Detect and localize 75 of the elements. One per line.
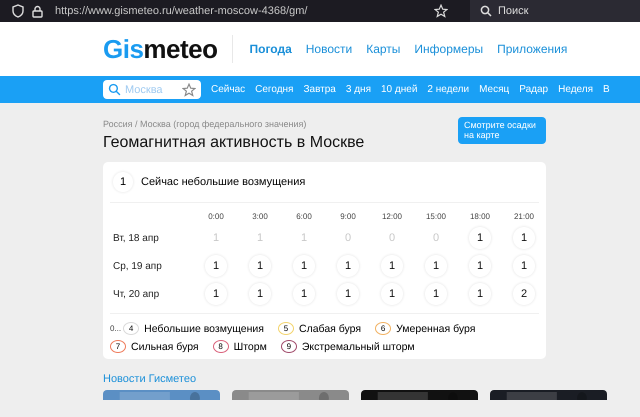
- index-value: 1: [469, 255, 491, 277]
- index-value: 1: [205, 255, 227, 277]
- nav-link[interactable]: 2 недели: [427, 84, 470, 95]
- breadcrumb: Россия / Москва (город федерального значения): [103, 119, 308, 129]
- menu-link[interactable]: Карты: [366, 42, 400, 56]
- legend-badge: 7: [110, 340, 126, 353]
- index-value: 1: [293, 283, 315, 305]
- browser-search-field[interactable]: Поиск: [470, 0, 640, 22]
- time-label: 3:00: [251, 212, 269, 221]
- legend-label: Умеренная буря: [396, 322, 476, 334]
- page-title: Геомагнитная активность в Москве: [103, 134, 364, 152]
- time-label: 6:00: [295, 212, 313, 221]
- time-label: 9:00: [339, 212, 357, 221]
- lock-icon: [32, 4, 43, 18]
- nav-link[interactable]: Неделя: [558, 84, 594, 95]
- legend-label: Небольшие возмущения: [144, 322, 264, 334]
- index-value: 1: [469, 283, 491, 305]
- menu-link[interactable]: Приложения: [497, 42, 568, 56]
- map-button[interactable]: Смотрите осадки на карте: [458, 117, 546, 144]
- nav-link[interactable]: Сегодня: [255, 84, 294, 95]
- index-badge: 1: [113, 172, 133, 192]
- index-value: 1: [513, 227, 535, 249]
- search-icon: [480, 5, 492, 17]
- shield-icon: [12, 4, 24, 18]
- bookmark-star-icon[interactable]: [434, 4, 448, 18]
- nav-link[interactable]: Месяц: [479, 84, 510, 95]
- menu-link[interactable]: Новости: [306, 42, 352, 56]
- search-placeholder: Москва: [125, 84, 164, 96]
- nav-link[interactable]: Сейчас: [211, 84, 246, 95]
- legend-label: Сильная буря: [131, 340, 199, 352]
- time-label: 21:00: [512, 212, 536, 221]
- day-label: Вт, 18 апр: [112, 232, 160, 244]
- time-label: 18:00: [468, 212, 492, 221]
- index-value: 1: [205, 283, 227, 305]
- index-value: 1: [381, 255, 403, 277]
- nav-link[interactable]: 10 дней: [381, 84, 418, 95]
- menu-link[interactable]: Информеры: [414, 42, 484, 56]
- nav-link[interactable]: Завтра: [303, 84, 336, 95]
- nav-link[interactable]: 3 дня: [346, 84, 371, 95]
- index-value: 1: [249, 283, 271, 305]
- legend-label: Шторм: [234, 340, 267, 352]
- news-heading[interactable]: Новости Гисметео: [103, 373, 546, 385]
- logo[interactable]: Gismeteo: [103, 34, 218, 64]
- index-value: 1: [293, 255, 315, 277]
- time-label: 12:00: [380, 212, 404, 221]
- index-value: 1: [337, 283, 359, 305]
- nav-link[interactable]: В: [603, 84, 610, 95]
- legend-badge: 6: [375, 322, 392, 335]
- day-label: Чт, 20 апр: [112, 288, 160, 300]
- index-value: 1: [337, 255, 359, 277]
- day-label: Ср, 19 апр: [112, 260, 163, 272]
- time-label: 15:00: [424, 212, 448, 221]
- index-value: 1: [425, 255, 447, 277]
- star-icon[interactable]: [182, 82, 196, 96]
- search-icon: [108, 83, 121, 96]
- index-value: 1: [425, 283, 447, 305]
- legend-label: Слабая буря: [299, 322, 362, 334]
- city-search-field[interactable]: Москва: [103, 80, 201, 99]
- legend-badge: 5: [278, 322, 294, 335]
- search-placeholder: Поиск: [498, 5, 528, 17]
- index-value: 1: [249, 255, 271, 277]
- legend-badge: 4: [123, 322, 140, 335]
- index-value: 2: [513, 283, 535, 305]
- legend-badge: 8: [212, 340, 229, 353]
- menu-link[interactable]: Погода: [250, 42, 292, 56]
- index-value: 1: [381, 283, 403, 305]
- address-bar-url[interactable]: https://www.gismeteo.ru/weather-moscow-4368/gm/: [55, 5, 426, 17]
- index-value: 1: [469, 227, 491, 249]
- index-value: 1: [513, 255, 535, 277]
- time-label: 0:00: [207, 212, 225, 221]
- nav-link[interactable]: Радар: [519, 84, 548, 95]
- current-status: Сейчас небольшие возмущения: [141, 176, 306, 188]
- legend-badge: 9: [280, 340, 297, 353]
- legend-range: 0...: [110, 324, 122, 333]
- legend-label: Экстремальный шторм: [302, 340, 415, 352]
